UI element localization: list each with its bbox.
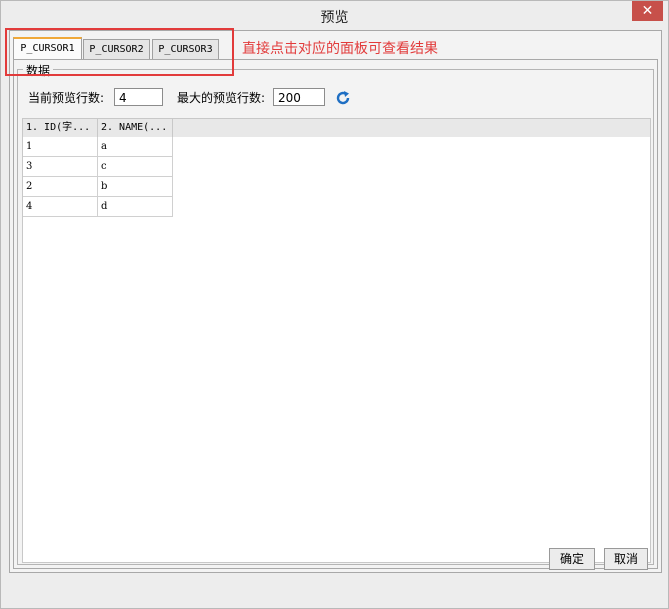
preview-dialog: 预览 ✕ P_CURSOR1 P_CURSOR2 P_CURSOR3 数据 当前… — [0, 0, 669, 609]
title-bar[interactable]: 预览 ✕ — [1, 1, 668, 30]
tab-p-cursor2[interactable]: P_CURSOR2 — [83, 39, 150, 60]
max-rows-label: 最大的预览行数: — [177, 91, 266, 105]
grid-header: 1. ID(字... 2. NAME(... — [23, 119, 650, 137]
cell-name: d — [98, 197, 173, 217]
table-row[interactable]: 2 b — [23, 177, 173, 197]
annotation-text: 直接点击对应的面板可查看结果 — [242, 41, 438, 57]
current-rows-label: 当前预览行数: — [28, 91, 105, 105]
column-header-id[interactable]: 1. ID(字... — [23, 119, 98, 137]
cell-name: c — [98, 157, 173, 177]
cell-name: a — [98, 137, 173, 157]
cell-name: b — [98, 177, 173, 197]
current-rows-field[interactable]: 4 — [114, 88, 163, 106]
window-title: 预览 — [320, 10, 349, 26]
cell-id: 3 — [23, 157, 98, 177]
dialog-body: P_CURSOR1 P_CURSOR2 P_CURSOR3 数据 当前预览行数:… — [9, 30, 662, 573]
column-header-name[interactable]: 2. NAME(... — [98, 119, 173, 137]
cell-id: 2 — [23, 177, 98, 197]
refresh-icon[interactable] — [335, 90, 351, 106]
cancel-button[interactable]: 取消 — [604, 548, 648, 570]
table-row[interactable]: 3 c — [23, 157, 173, 177]
close-icon: ✕ — [641, 3, 654, 19]
data-group: 数据 当前预览行数: 4 最大的预览行数: 200 1. ID(字... 2. … — [17, 62, 654, 565]
tab-p-cursor3[interactable]: P_CURSOR3 — [152, 39, 219, 60]
results-grid[interactable]: 1. ID(字... 2. NAME(... 1 a 3 c 2 b 4 d — [22, 118, 651, 563]
table-row[interactable]: 4 d — [23, 197, 173, 217]
tab-panel: 数据 当前预览行数: 4 最大的预览行数: 200 1. ID(字... 2. … — [13, 59, 658, 569]
group-title: 数据 — [23, 62, 54, 79]
close-button[interactable]: ✕ — [632, 1, 663, 21]
cell-id: 4 — [23, 197, 98, 217]
cell-id: 1 — [23, 137, 98, 157]
table-row[interactable]: 1 a — [23, 137, 173, 157]
ok-button[interactable]: 确定 — [549, 548, 595, 570]
max-rows-input[interactable]: 200 — [273, 88, 325, 106]
tab-p-cursor1[interactable]: P_CURSOR1 — [13, 37, 82, 61]
